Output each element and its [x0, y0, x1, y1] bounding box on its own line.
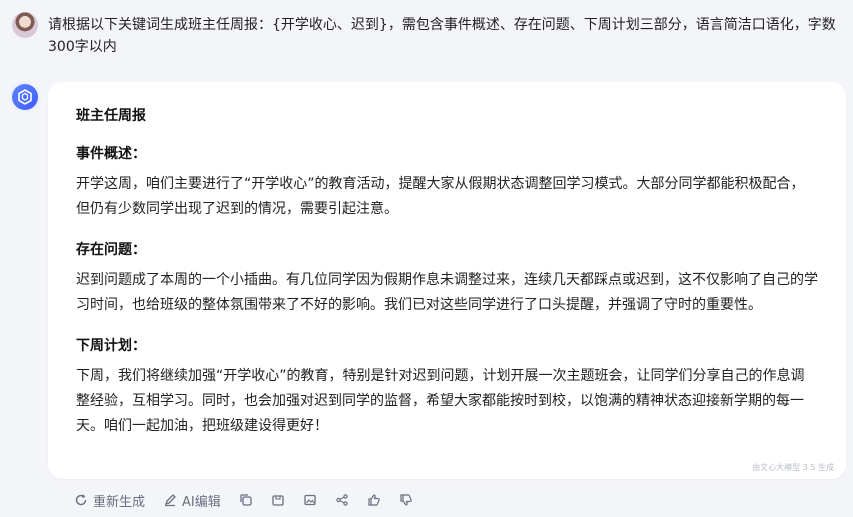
image-icon [304, 494, 316, 506]
save-button[interactable] [271, 493, 285, 507]
assistant-logo-icon [18, 89, 32, 105]
response-content: 班主任周报 事件概述： 开学这周，咱们主要进行了“开学收心”的教育活动，提醒大家… [76, 106, 818, 457]
refresh-icon [75, 494, 87, 506]
ai-edit-button[interactable]: AI编辑 [163, 491, 221, 510]
copy-icon [240, 494, 252, 506]
ai-edit-label: AI编辑 [182, 494, 221, 510]
section-body-overview: 开学这周，咱们主要进行了“开学收心”的教育活动，提醒大家从假期状态调整回学习模式… [76, 176, 805, 217]
thumbs-up-icon [368, 494, 380, 506]
section-body-problems: 迟到问题成了本周的一个小插曲。有几位同学因为假期作息未调整过来，连续几天都踩点或… [76, 272, 818, 313]
user-message: 请根据以下关键词生成班主任周报：{开学收心、迟到}，需包含事件概述、存在问题、下… [12, 12, 842, 58]
response-toolbar: 重新生成 AI编辑 [74, 489, 413, 511]
regenerate-label: 重新生成 [93, 494, 146, 510]
save-icon [272, 495, 284, 506]
regenerate-button[interactable]: 重新生成 [74, 491, 145, 510]
thumbs-down-icon [400, 494, 412, 506]
assistant-response-card: 班主任周报 事件概述： 开学这周，咱们主要进行了“开学收心”的教育活动，提醒大家… [48, 82, 846, 479]
share-icon [336, 494, 348, 506]
share-button[interactable] [335, 493, 349, 507]
section-heading-problems: 存在问题： [76, 242, 146, 258]
report-title: 班主任周报 [76, 108, 146, 124]
generated-by-watermark: 由文心大模型 3.5 生成 [752, 463, 834, 472]
section-body-next-week: 下周，我们将继续加强“开学收心”的教育，特别是针对迟到问题，计划开展一次主题班会… [76, 368, 805, 434]
thumbs-down-button[interactable] [399, 493, 413, 507]
section-heading-overview: 事件概述： [76, 146, 146, 162]
section-heading-next-week: 下周计划： [76, 338, 146, 354]
thumbs-up-button[interactable] [367, 493, 381, 507]
assistant-avatar [12, 84, 38, 110]
user-avatar [12, 12, 38, 38]
user-prompt-text: 请根据以下关键词生成班主任周报：{开学收心、迟到}，需包含事件概述、存在问题、下… [48, 17, 836, 55]
copy-button[interactable] [239, 493, 253, 507]
image-button[interactable] [303, 493, 317, 507]
edit-icon [164, 494, 176, 507]
